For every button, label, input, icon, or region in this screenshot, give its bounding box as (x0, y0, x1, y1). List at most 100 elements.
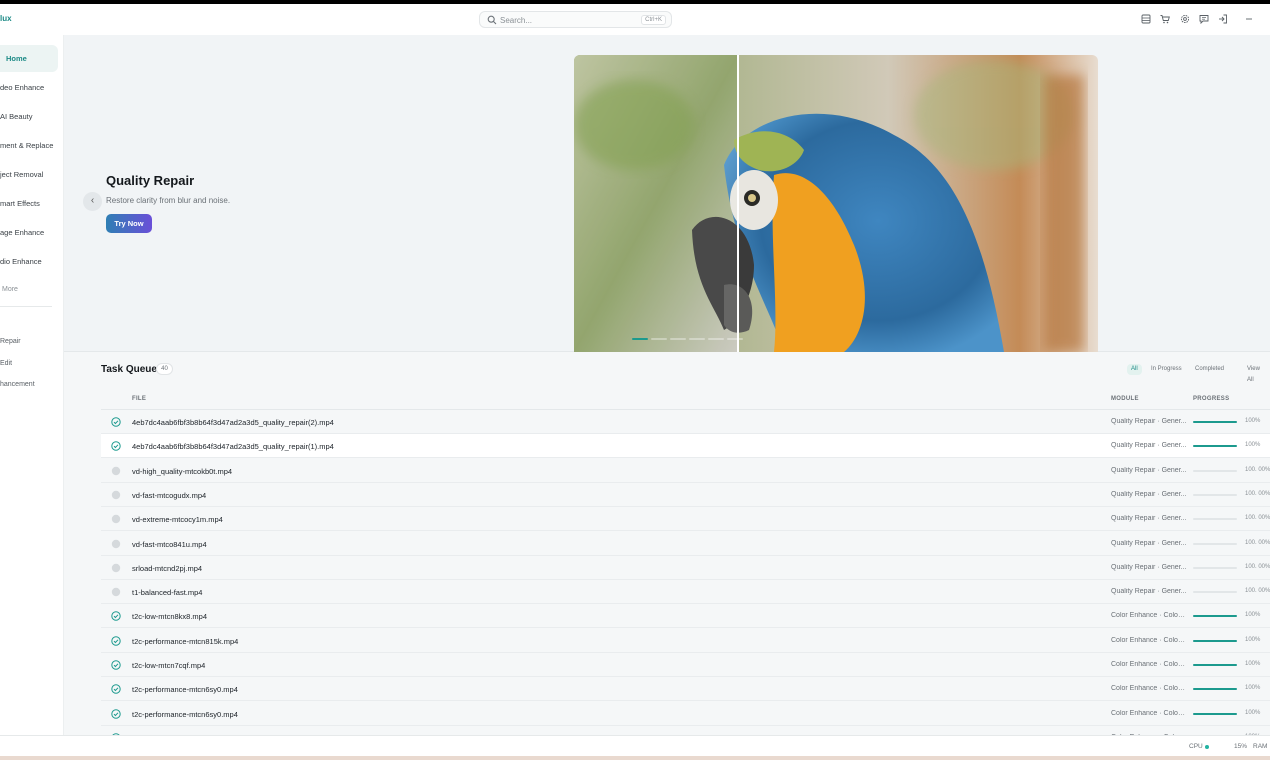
module-name: Quality Repair · Gener... (1111, 588, 1187, 596)
settings-icon[interactable] (1179, 13, 1191, 25)
progress-text: 100. 00% (1245, 466, 1270, 473)
slide-dot[interactable] (727, 338, 743, 340)
slide-dot[interactable] (689, 338, 705, 340)
sidebar-item-replace[interactable]: ment & Replace (0, 132, 58, 159)
file-name: vd-high_quality-mtcokb0t.mp4 (132, 466, 233, 476)
filter-all[interactable]: All (1127, 364, 1142, 375)
message-icon[interactable] (1198, 13, 1210, 25)
table-row[interactable]: vd-fast-mtcogudx.mp4 Quality Repair · Gen… (101, 483, 1270, 507)
hero-prev-button[interactable]: ‹ (83, 192, 102, 211)
table-row[interactable]: 4eb7dc4aab6fbf3b8b64f3d47ad2a3d5_quality… (101, 410, 1270, 434)
task-queue-header: Task Queue 40 All In Progress Completed … (101, 362, 1270, 384)
table-row[interactable]: t2c-performance-mtcn52a1.mp4Color Enhanc… (101, 726, 1270, 735)
progress-bar (1193, 421, 1237, 423)
table-row[interactable]: t1-balanced-fast.mp4 Quality Repair · Gen… (101, 580, 1270, 605)
table-row[interactable]: t2c-low-mtcn7cqf.mp4 Color Enhance · Colo… (101, 653, 1270, 677)
filter-completed[interactable]: Completed (1191, 364, 1228, 375)
check-circle-icon (111, 684, 121, 694)
search-input[interactable]: Search... (500, 16, 532, 25)
filter-in-progress[interactable]: In Progress (1147, 364, 1186, 375)
check-circle-icon (111, 708, 121, 719)
sidebar-divider (0, 306, 52, 307)
table-row[interactable]: vd-fast-mtco841u.mp4 Quality Repair · Gen… (101, 532, 1270, 556)
progress-fill (1193, 421, 1237, 423)
file-name: vd-fast-mtco841u.mp4 (132, 539, 207, 549)
progress-bar (1193, 566, 1237, 569)
file-name: 4eb7dc4aab6fbf3b8b64f3d47ad2a3d5_quality… (132, 418, 334, 427)
module-name: Quality Repair · Gener... (1111, 515, 1187, 523)
table-row[interactable]: t2c-performance-mtcn6sy0.mp4 Color Enhanc… (101, 702, 1270, 726)
pending-circle-icon (111, 563, 121, 573)
module-name: Color Enhance · Color ... (1111, 661, 1187, 668)
file-name: vd-fast-mtcogudx.mp4 (132, 490, 207, 500)
progress-text: 100% (1245, 636, 1261, 643)
slide-dot[interactable] (670, 338, 686, 340)
sidebar-item-video-enhance[interactable]: deo Enhance (0, 74, 58, 101)
sidebar-recent-item[interactable]: Repair (0, 338, 21, 345)
file-name: t2c-performance-mtcn815k.mp4 (132, 636, 239, 646)
sidebar-item-audio-enhance[interactable]: dio Enhance (0, 248, 58, 275)
check-circle-icon (111, 611, 121, 622)
slide-dot[interactable] (708, 338, 724, 340)
slide-dot[interactable] (651, 338, 667, 340)
module-name: Quality Repair · Gener... (1111, 563, 1187, 571)
search-shortcut: Ctrl+K (641, 15, 666, 25)
module-name: Quality Repair · Gener... (1111, 466, 1187, 474)
sidebar-item-object-removal[interactable]: ject Removal (0, 161, 58, 188)
progress-fill (1193, 615, 1237, 618)
table-row[interactable]: t2c-performance-mtcn6sy0.mp4 Color Enhanc… (101, 677, 1270, 702)
check-circle-icon (111, 417, 121, 427)
try-now-button[interactable]: Try Now (106, 214, 152, 233)
table-row[interactable]: t2c-low-mtcn8kx8.mp4 Color Enhance · Colo… (101, 604, 1270, 629)
sidebar-recent-item[interactable]: Edit (0, 360, 12, 367)
check-circle-icon (111, 660, 121, 670)
module-name: Quality Repair · Gener... (1111, 418, 1187, 425)
desktop-edge (0, 756, 1270, 760)
hero-image (574, 55, 1098, 352)
progress-bar (1193, 712, 1237, 715)
progress-bar (1193, 591, 1237, 594)
progress-text: 100% (1245, 685, 1261, 692)
sidebar-recent-item[interactable]: hancement (0, 381, 35, 388)
progress-bar (1193, 664, 1237, 666)
module-name: Color Enhance · Color ... (1111, 636, 1187, 644)
sidebar-item-home[interactable]: Home (0, 45, 58, 72)
slide-dot-active[interactable] (632, 338, 648, 340)
progress-bar (1193, 445, 1237, 448)
sidebar-item-ai-beauty[interactable]: AI Beauty (0, 103, 58, 130)
table-row[interactable]: t2c-performance-mtcn815k.mp4 Color Enhanc… (101, 629, 1270, 653)
column-progress: PROGRESS (1193, 396, 1230, 402)
progress-fill (1193, 712, 1237, 715)
file-name: t2c-low-mtcn8kx8.mp4 (132, 612, 208, 622)
sidebar-more[interactable]: More (2, 286, 18, 293)
storage-icon[interactable] (1140, 13, 1152, 25)
module-name: Color Enhance · Color ... (1111, 709, 1187, 717)
check-circle-icon (111, 441, 121, 451)
module-name: Color Enhance · Color ... (1111, 685, 1187, 693)
file-name: t2c-performance-mtcn6sy0.mp4 (132, 709, 238, 719)
progress-text: 100. 00% (1245, 563, 1270, 570)
minimize-icon[interactable] (1243, 13, 1255, 25)
progress-bar (1193, 518, 1237, 521)
pending-circle-icon (111, 514, 121, 524)
progress-bar (1193, 542, 1237, 545)
view-all-link[interactable]: View All (1243, 364, 1270, 383)
login-icon[interactable] (1217, 13, 1229, 25)
sidebar: Home deo Enhance AI Beauty ment & Replac… (0, 35, 64, 735)
table-row[interactable]: vd-high_quality-mtcokb0t.mp4 Quality Repa… (101, 459, 1270, 483)
file-name: t2c-performance-mtcn6sy0.mp4 (132, 685, 238, 695)
search-icon (487, 15, 497, 25)
sidebar-item-smart-effects[interactable]: mart Effects (0, 190, 58, 217)
search-box[interactable]: Search... Ctrl+K (479, 11, 672, 28)
hero-title: Quality Repair (106, 173, 195, 188)
table-row[interactable]: 4eb7dc4aab6fbf3b8b64f3d47ad2a3d5_quality… (101, 434, 1270, 459)
progress-fill (1193, 664, 1237, 666)
sidebar-item-image-enhance[interactable]: age Enhance (0, 219, 58, 246)
table-row[interactable]: srload-mtcnd2pj.mp4 Quality Repair · Gene… (101, 556, 1270, 580)
progress-bar (1193, 469, 1237, 472)
module-name: Quality Repair · Gener... (1111, 490, 1187, 498)
hero-banner: ‹ Quality Repair Restore clarity from bl… (64, 35, 1270, 352)
table-row[interactable]: vd-extreme-mtcocy1m.mp4 Quality Repair · … (101, 507, 1270, 532)
cart-icon[interactable] (1159, 13, 1171, 25)
progress-text: 100% (1245, 418, 1261, 424)
